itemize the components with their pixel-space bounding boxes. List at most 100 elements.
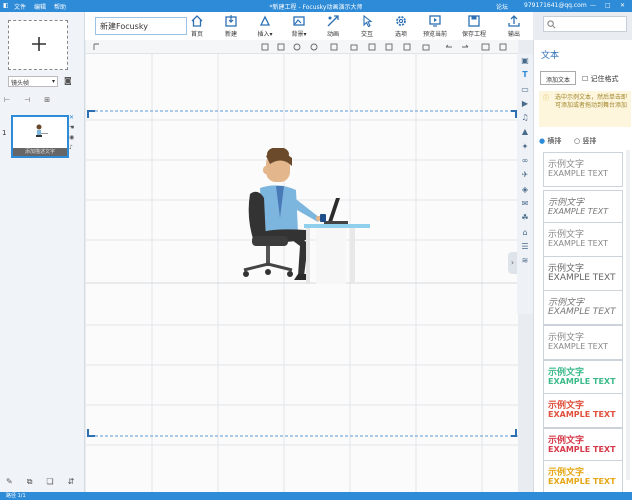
layers-stack-icon[interactable]: ≋: [517, 254, 533, 268]
delete-slide-icon[interactable]: ✕: [69, 113, 76, 123]
frame-type-select[interactable]: 镜头帧 ▾: [8, 76, 58, 87]
text-sample-4[interactable]: 示例文字 EXAMPLE TEXT: [543, 256, 623, 291]
hand-icon[interactable]: ☚: [69, 123, 76, 133]
text-sample-7[interactable]: 示例文字 EXAMPLE TEXT: [543, 360, 623, 395]
search-icon: [547, 20, 556, 29]
preview-label: 预览当前: [422, 31, 447, 38]
text-sample-8[interactable]: 示例文字 EXAMPLE TEXT: [543, 393, 623, 428]
gift-icon[interactable]: ✦: [517, 140, 533, 154]
slide-tools: ✕ ☚ ◉ ♪: [69, 113, 76, 163]
edit-path-icon[interactable]: ✎: [6, 477, 27, 486]
radio-checked-icon: ●: [539, 137, 546, 145]
new-label: 新建: [224, 31, 237, 38]
align-left-icon[interactable]: ⊢: [4, 96, 24, 104]
camera-icon[interactable]: ◙: [64, 76, 75, 87]
compass-icon[interactable]: ◈: [517, 183, 533, 197]
table-icon[interactable]: ☰: [517, 240, 533, 254]
home-button[interactable]: 首页: [182, 14, 212, 40]
search-input[interactable]: [543, 16, 627, 32]
plane-icon[interactable]: ✈: [517, 168, 533, 182]
sample-english-text: EXAMPLE TEXT: [548, 410, 616, 419]
background-button[interactable]: 背景▾: [284, 14, 314, 40]
horizontal-radio[interactable]: ● 横排: [539, 136, 561, 146]
chevron-down-icon: ▾: [51, 78, 55, 85]
chart-icon[interactable]: ▲: [517, 125, 533, 139]
image-icon[interactable]: ▣: [517, 54, 533, 68]
add-text-button[interactable]: 添加文本: [540, 71, 576, 85]
interaction-button[interactable]: 交互: [352, 14, 382, 40]
hat-icon[interactable]: ⌂: [517, 226, 533, 240]
slide-figure-image: [36, 124, 48, 137]
align-right-icon[interactable]: ⊣: [24, 96, 44, 104]
chevron-down-icon: ▾: [303, 31, 307, 38]
sample-english-text: EXAMPLE TEXT: [548, 477, 616, 486]
radio-empty-icon: ○: [574, 137, 581, 145]
frame-type-value: 镜头帧: [11, 80, 30, 87]
text-sample-2[interactable]: 示例文字 EXAMPLE TEXT: [543, 190, 623, 225]
maximize-icon[interactable]: □: [605, 2, 611, 9]
sticker-icon[interactable]: ☘: [517, 211, 533, 225]
copy-frame-icon[interactable]: ⧉: [27, 477, 47, 486]
home-icon: [191, 15, 203, 27]
insert-button[interactable]: 插入▾: [250, 14, 280, 40]
text-sample-3[interactable]: 示例文字 EXAMPLE TEXT: [543, 222, 623, 257]
project-name-field[interactable]: 新建Focusky: [95, 17, 187, 35]
vertical-radio[interactable]: ○ 竖排: [574, 136, 596, 146]
settings-button[interactable]: 选项: [386, 14, 416, 40]
text-sample-1[interactable]: 示例文字 EXAMPLE TEXT: [543, 152, 623, 187]
forum-link[interactable]: 论坛: [496, 2, 508, 11]
main-toolbar: 新建Focusky 首页 新建 插入▾ 背景▾ 动画 交互 选项 预览当前 保存…: [85, 12, 533, 40]
microphone-icon[interactable]: ♪: [69, 143, 76, 153]
frame-settings-icon[interactable]: ⊞: [44, 96, 64, 104]
background-label: 背景: [291, 31, 304, 38]
media-icon[interactable]: ▶: [517, 97, 533, 111]
visibility-icon[interactable]: ◉: [69, 133, 76, 143]
collapse-panel-toggle[interactable]: ›: [508, 252, 517, 274]
new-button[interactable]: 新建: [216, 14, 246, 40]
chat-icon[interactable]: ✉: [517, 197, 533, 211]
export-button[interactable]: 输出: [499, 14, 529, 40]
sample-english-text: EXAMPLE TEXT: [548, 239, 608, 248]
close-icon[interactable]: ✕: [620, 2, 625, 9]
layers-icon[interactable]: ❏: [46, 477, 67, 486]
title-bar: ◧ 文件 编辑 帮助 *新建工程 - Focusky动画演示大师 论坛 9791…: [0, 0, 632, 12]
panel-title: 文本: [541, 51, 560, 61]
music-icon[interactable]: ♫: [517, 111, 533, 125]
text-panel: 文本 添加文本 ☐ 记住格式 ⓘ 选中示例文本，然后单击即可添加或者拖动到舞台添…: [533, 40, 632, 495]
preview-button[interactable]: 预览当前: [420, 14, 450, 40]
hint-box: ⓘ 选中示例文本，然后单击即可添加或者拖动到舞台添加: [539, 91, 631, 127]
minimize-icon[interactable]: —: [590, 2, 596, 9]
save-button[interactable]: 保存工程: [459, 14, 489, 40]
text-sample-6[interactable]: 示例文字 EXAMPLE TEXT: [543, 325, 623, 360]
account-link[interactable]: 979171641@qq.com: [524, 2, 587, 9]
text-icon[interactable]: T: [517, 68, 533, 82]
hint-text: 选中示例文本，然后单击即可添加或者拖动到舞台添加: [555, 94, 628, 109]
text-sample-9[interactable]: 示例文字 EXAMPLE TEXT: [543, 428, 623, 463]
save-icon: [468, 15, 480, 27]
home-label: 首页: [190, 31, 203, 38]
remember-format-checkbox[interactable]: ☐ 记住格式: [582, 74, 619, 84]
remember-format-label: 记住格式: [590, 75, 619, 83]
settings-label: 选项: [394, 31, 407, 38]
animation-icon: [327, 15, 339, 27]
sample-english-text: EXAMPLE TEXT: [548, 377, 616, 386]
scrollbar[interactable]: [626, 150, 630, 480]
slide-caption[interactable]: 添加描述文字: [13, 148, 67, 156]
text-sample-10[interactable]: 示例文字 EXAMPLE TEXT: [543, 460, 623, 495]
office-worker-illustration[interactable]: [236, 148, 376, 286]
add-frame-button[interactable]: [8, 20, 68, 70]
sample-english-text: EXAMPLE TEXT: [548, 307, 616, 317]
settings-icon: [396, 16, 406, 26]
sample-english-text: EXAMPLE TEXT: [548, 342, 608, 351]
shape-icon[interactable]: ▭: [517, 83, 533, 97]
text-sample-5[interactable]: 示例文字 EXAMPLE TEXT: [543, 290, 623, 325]
preview-icon: [429, 15, 441, 27]
resource-icon-strip: ▣ T ▭ ▶ ♫ ▲ ✦ ∞ ✈ ◈ ✉ ☘ ⌂ ☰ ≋: [517, 54, 533, 314]
link-icon[interactable]: ∞: [517, 154, 533, 168]
sample-english-text: EXAMPLE TEXT: [548, 273, 616, 283]
sample-english-text: EXAMPLE TEXT: [548, 169, 608, 178]
status-bar: 路径 1/1: [0, 492, 632, 500]
animation-button[interactable]: 动画: [318, 14, 348, 40]
path-counter: 路径 1/1: [6, 493, 26, 499]
slide-thumbnail[interactable]: 添加描述文字: [11, 115, 69, 158]
